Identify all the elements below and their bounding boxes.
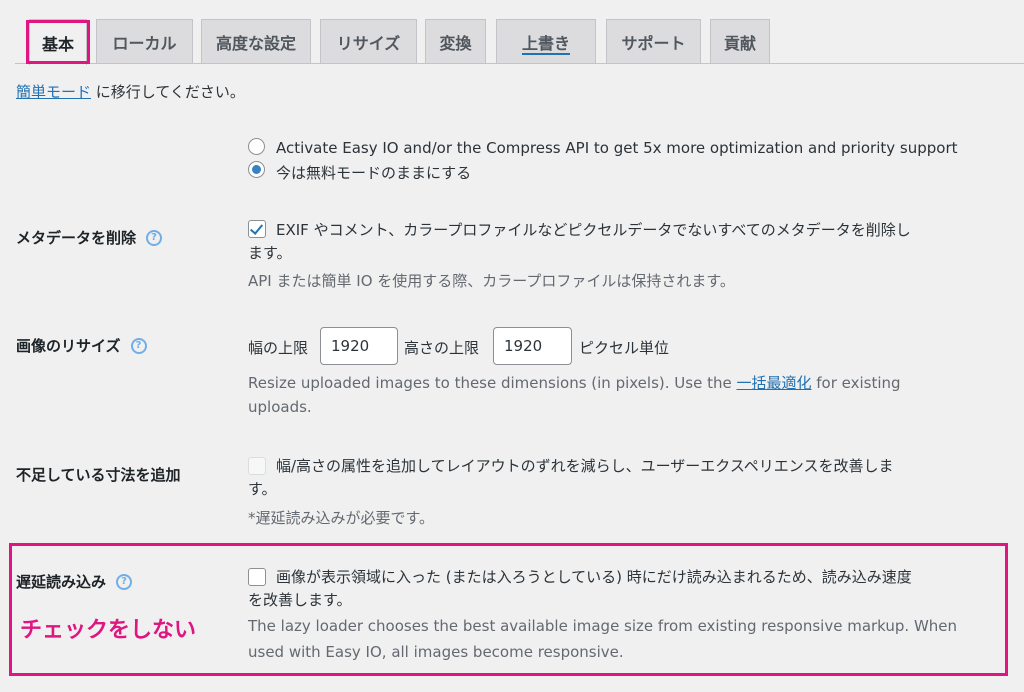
lazy-load-checkbox[interactable] <box>248 568 266 586</box>
lazy-load-label: 遅延読み込み? <box>16 571 133 592</box>
help-circle-icon[interactable]: ? <box>116 573 133 590</box>
dimensions-label: 不足している寸法を追加 <box>16 466 181 484</box>
lazy-load-text-line1: 画像が表示領域に入った (または入ろうとしている) 時にだけ読み込まれるため、読… <box>276 568 912 586</box>
tab-convert[interactable]: 変換 <box>425 19 486 64</box>
tab-local[interactable]: ローカル <box>96 19 193 64</box>
metadata-label: メタデータを削除? <box>16 227 163 248</box>
radio-activate-easy-io[interactable] <box>248 138 265 155</box>
resize-label: 画像のリサイズ? <box>16 335 147 356</box>
metadata-text-line1: EXIF やコメント、カラープロファイルなどピクセルデータでないすべてのメタデー… <box>276 221 911 239</box>
resize-description-line1: Resize uploaded images to these dimensio… <box>248 374 901 392</box>
active-tab-highlight <box>26 20 90 64</box>
tab-resize[interactable]: リサイズ <box>320 19 417 64</box>
max-height-input[interactable]: 1920 <box>493 327 572 365</box>
easy-mode-notice: 簡単モード に移行してください。 <box>16 83 245 101</box>
metadata-checkbox[interactable] <box>248 220 266 238</box>
tab-overwrite[interactable]: 上書き <box>496 19 596 64</box>
tab-contribute[interactable]: 貢献 <box>710 19 770 64</box>
help-circle-icon[interactable]: ? <box>146 229 163 246</box>
dimensions-text-line2: す。 <box>248 480 277 498</box>
do-not-check-annotation: チェックをしない <box>20 618 197 643</box>
dimensions-checkbox[interactable] <box>248 457 266 475</box>
resize-description-line2: uploads. <box>248 398 312 416</box>
radio-free-mode[interactable] <box>248 161 265 178</box>
radio-free-mode-label: 今は無料モードのままにする <box>276 164 472 182</box>
help-circle-icon[interactable]: ? <box>130 337 147 354</box>
lazy-load-description-line2: used with Easy IO, all images become res… <box>248 643 624 661</box>
tab-support[interactable]: サポート <box>606 19 701 64</box>
max-width-input[interactable]: 1920 <box>320 327 398 365</box>
max-width-label: 幅の上限 <box>248 339 309 357</box>
checkmark-icon <box>249 221 264 235</box>
lazy-load-text-line2: を改善します。 <box>248 591 352 609</box>
metadata-description: API または簡単 IO を使用する際、カラープロファイルは保持されます。 <box>248 272 735 290</box>
easy-mode-link[interactable]: 簡単モード <box>16 83 91 101</box>
max-height-label: 高さの上限 <box>404 339 480 357</box>
radio-activate-easy-io-label: Activate Easy IO and/or the Compress API… <box>276 139 958 157</box>
bulk-optimize-link[interactable]: 一括最適化 <box>736 374 811 392</box>
settings-tab-bar: 基本 ローカル 高度な設定 リサイズ 変換 上書き サポート 貢献 <box>0 0 1024 65</box>
dimensions-note: *遅延読み込みが必要です。 <box>248 509 435 527</box>
tab-advanced[interactable]: 高度な設定 <box>201 19 311 64</box>
pixel-unit-label: ピクセル単位 <box>579 339 670 357</box>
dimensions-text-line1: 幅/高さの属性を追加してレイアウトのずれを減らし、ユーザーエクスペリエンスを改善… <box>276 457 894 475</box>
metadata-text-line2: ます。 <box>248 244 292 262</box>
lazy-load-description-line1: The lazy loader chooses the best availab… <box>248 617 958 635</box>
